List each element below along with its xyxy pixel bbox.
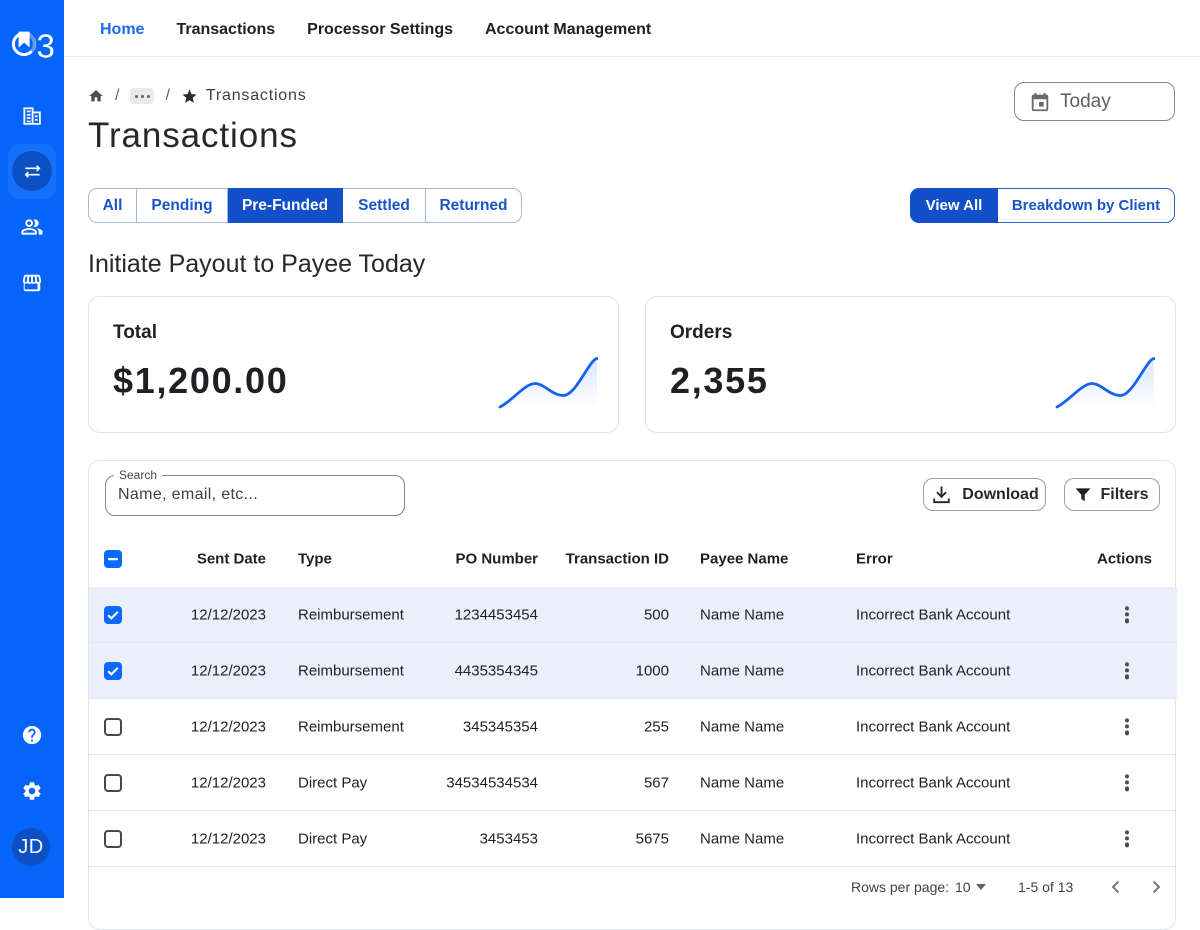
svg-text:3: 3 bbox=[37, 27, 55, 64]
